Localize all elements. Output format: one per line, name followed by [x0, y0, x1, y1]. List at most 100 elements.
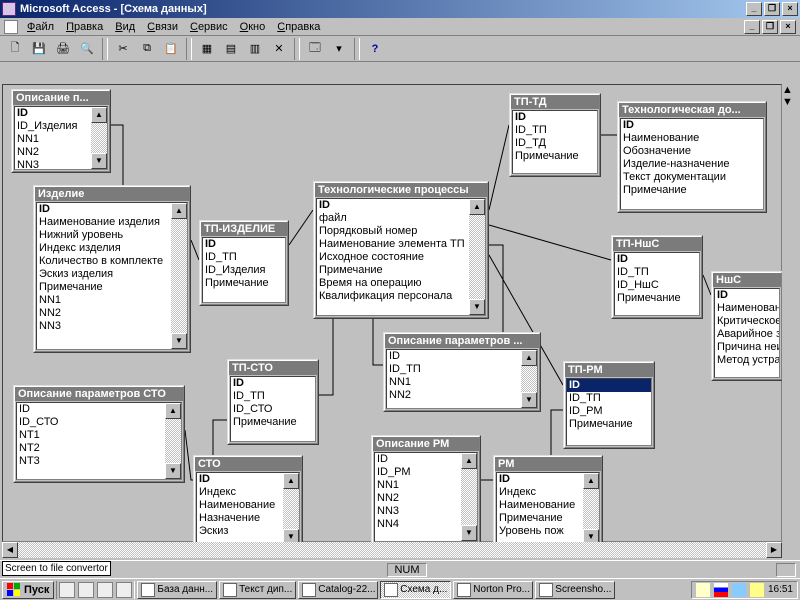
field-list[interactable]: IDID_ТПID_НшСПримечание: [614, 252, 700, 316]
menu-Вид[interactable]: Вид: [109, 20, 141, 34]
field[interactable]: Примечание: [567, 418, 651, 431]
field[interactable]: ID_ТП: [567, 392, 651, 405]
table-t_tp_rm[interactable]: ТП-РМIDID_ТПID_РМПримечание: [563, 361, 655, 449]
table-title[interactable]: Описание РМ: [373, 437, 479, 451]
minimize-button[interactable]: _: [746, 2, 762, 16]
field[interactable]: Время на операцию: [317, 277, 469, 290]
tray-icon[interactable]: [696, 583, 710, 597]
field-list[interactable]: IDID_РМNN1NN2NN3NN4▲▼: [374, 452, 478, 542]
taskbar-task[interactable]: Norton Pro...: [453, 581, 533, 599]
field[interactable]: Обозначение: [621, 145, 763, 158]
field[interactable]: Индекс: [497, 486, 583, 499]
field[interactable]: ID: [231, 377, 315, 390]
table-t_desc_p[interactable]: Описание п...IDID_ИзделияNN1NN2NN3▲▼: [11, 89, 111, 173]
show-direct-button[interactable]: ▤: [220, 38, 242, 60]
relationships-canvas[interactable]: Описание п...IDID_ИзделияNN1NN2NN3▲▼ Изде…: [2, 84, 782, 542]
field[interactable]: Наименование: [497, 499, 583, 512]
table-title[interactable]: НшС: [713, 273, 781, 287]
field[interactable]: Квалификация персонала: [317, 290, 469, 303]
scroll-left-icon[interactable]: ◀: [2, 542, 18, 558]
field[interactable]: NN4: [375, 518, 461, 531]
field[interactable]: Индекс: [197, 486, 283, 499]
clock[interactable]: 16:51: [768, 584, 793, 595]
field[interactable]: Примечание: [37, 281, 171, 294]
close-button[interactable]: ×: [782, 2, 798, 16]
field[interactable]: ID: [375, 453, 461, 466]
field-list[interactable]: IDID_ТПID_ИзделияПримечание: [202, 237, 286, 303]
field[interactable]: ID: [203, 238, 285, 251]
field[interactable]: Индекс изделия: [37, 242, 171, 255]
field[interactable]: NN3: [15, 159, 91, 170]
quicklaunch-item[interactable]: [78, 582, 94, 598]
table-title[interactable]: Изделие: [35, 187, 189, 201]
taskbar-task[interactable]: Текст дип...: [219, 581, 296, 599]
table-t_nshc[interactable]: НшС IDНаименование нКритическое знаАварий…: [711, 271, 783, 381]
volume-icon[interactable]: [750, 583, 764, 597]
menu-Связи[interactable]: Связи: [141, 20, 184, 34]
field[interactable]: Эскиз: [197, 525, 283, 538]
quicklaunch-item[interactable]: [97, 582, 113, 598]
field-list[interactable]: IDID_ТПID_РМПримечание: [566, 378, 652, 446]
table-title[interactable]: ТП-ТД: [511, 95, 599, 109]
restore-button[interactable]: ❐: [764, 2, 780, 16]
language-icon[interactable]: [714, 583, 728, 597]
field[interactable]: ID: [497, 473, 583, 486]
table-t_tp_sto[interactable]: ТП-СТОIDID_ТПID_СТОПримечание: [227, 359, 319, 445]
field-list[interactable]: IDID_ТПID_ТДПримечание: [512, 110, 598, 174]
table-t_tp_nshc[interactable]: ТП-НшСIDID_ТПID_НшСПримечание: [611, 235, 703, 319]
field-list[interactable]: IDфайлПорядковый номерНаименование элеме…: [316, 198, 486, 316]
list-scrollbar[interactable]: ▲▼: [165, 403, 181, 479]
field[interactable]: Причина неиспр: [715, 341, 779, 354]
field[interactable]: Примечание: [231, 416, 315, 429]
list-scrollbar[interactable]: ▲▼: [469, 199, 485, 315]
menu-Окно[interactable]: Окно: [234, 20, 272, 34]
taskbar-task[interactable]: Screensho...: [535, 581, 615, 599]
mdi-close-button[interactable]: ×: [780, 20, 796, 34]
clear-layout-button[interactable]: ✕: [268, 38, 290, 60]
scroll-down-icon[interactable]: ▼: [782, 96, 798, 108]
field[interactable]: ID_РМ: [567, 405, 651, 418]
new-button[interactable]: 🗋: [4, 38, 26, 60]
field[interactable]: ID_ТП: [387, 363, 521, 376]
table-title[interactable]: Описание п...: [13, 91, 109, 105]
field[interactable]: Аварийное знач: [715, 328, 779, 341]
menu-Файл[interactable]: Файл: [21, 20, 60, 34]
field[interactable]: Исходное состояние: [317, 251, 469, 264]
field[interactable]: ID_СТО: [17, 416, 165, 429]
table-t_tp_td[interactable]: ТП-ТДIDID_ТПID_ТДПримечание: [509, 93, 601, 177]
list-scrollbar[interactable]: ▲▼: [91, 107, 107, 169]
table-title[interactable]: ТП-НшС: [613, 237, 701, 251]
field[interactable]: Наименование элемента ТП: [317, 238, 469, 251]
table-t_tech_doc[interactable]: Технологическая до...IDНаименованиеОбозн…: [617, 101, 767, 213]
db-window-button[interactable]: 🗔: [304, 38, 326, 60]
field[interactable]: Уровень пож: [497, 525, 583, 538]
field[interactable]: NN1: [375, 479, 461, 492]
copy-button[interactable]: ⧉: [136, 38, 158, 60]
list-scrollbar[interactable]: ▲▼: [583, 473, 599, 545]
table-title[interactable]: Технологическая до...: [619, 103, 765, 117]
field-list[interactable]: IDНаименование изделияНижний уровеньИнде…: [36, 202, 188, 350]
table-title[interactable]: ТП-РМ: [565, 363, 653, 377]
field[interactable]: Наименование: [621, 132, 763, 145]
field[interactable]: ID: [715, 289, 779, 302]
field[interactable]: ID: [15, 107, 91, 120]
field[interactable]: ID: [317, 199, 469, 212]
field[interactable]: Критическое зна: [715, 315, 779, 328]
list-scrollbar[interactable]: ▲▼: [283, 473, 299, 545]
menu-Сервис[interactable]: Сервис: [184, 20, 234, 34]
show-table-button[interactable]: ▦: [196, 38, 218, 60]
table-t_desc_param[interactable]: Описание параметров ...IDID_ТПNN1NN2▲▼: [383, 332, 541, 412]
mdi-restore-button[interactable]: ❐: [762, 20, 778, 34]
field[interactable]: Метод устранен: [715, 354, 779, 367]
field[interactable]: NN1: [37, 294, 171, 307]
field[interactable]: ID_ТП: [203, 251, 285, 264]
field-list[interactable]: IDID_ИзделияNN1NN2NN3▲▼: [14, 106, 108, 170]
field-list[interactable]: IDID_ТПNN1NN2▲▼: [386, 349, 538, 409]
field[interactable]: ID: [17, 403, 165, 416]
field[interactable]: Наименование: [197, 499, 283, 512]
field[interactable]: NN1: [387, 376, 521, 389]
field[interactable]: Наименование н: [715, 302, 779, 315]
list-scrollbar[interactable]: ▲▼: [461, 453, 477, 541]
field[interactable]: ID_СТО: [231, 403, 315, 416]
field[interactable]: ID_Изделия: [203, 264, 285, 277]
